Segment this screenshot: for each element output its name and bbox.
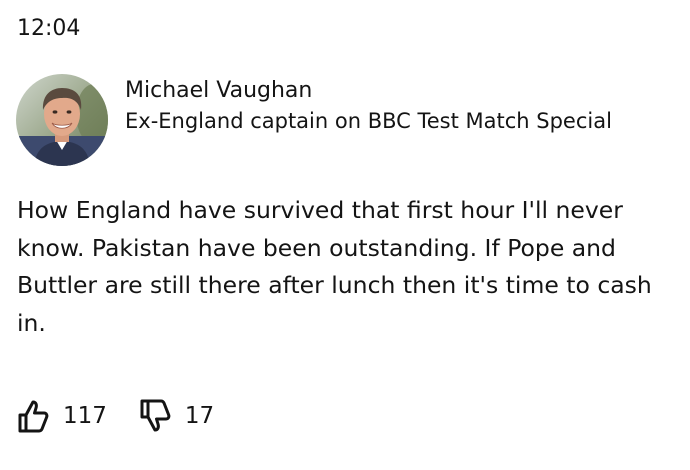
contributor-name: Michael Vaughan [125, 78, 313, 103]
thumbs-down-icon [139, 398, 171, 434]
thumbs-up-icon [17, 398, 49, 434]
dislike-count: 17 [184, 403, 215, 429]
live-post: 12:04 Michael Vaughan Ex-England captain… [0, 0, 690, 470]
reactions-bar: 117 17 [17, 396, 214, 436]
like-count: 117 [63, 403, 107, 429]
dislike-button[interactable]: 17 [139, 398, 214, 434]
contributor-details: Michael Vaughan Ex-England captain on BB… [125, 76, 612, 136]
post-timestamp: 12:04 [17, 16, 81, 41]
like-button[interactable]: 117 [17, 398, 107, 434]
contributor-role: Ex-England captain on BBC Test Match Spe… [125, 109, 612, 133]
contributor: Michael Vaughan Ex-England captain on BB… [16, 74, 612, 166]
post-body: How England have survived that first hou… [17, 196, 652, 337]
avatar [16, 74, 108, 166]
